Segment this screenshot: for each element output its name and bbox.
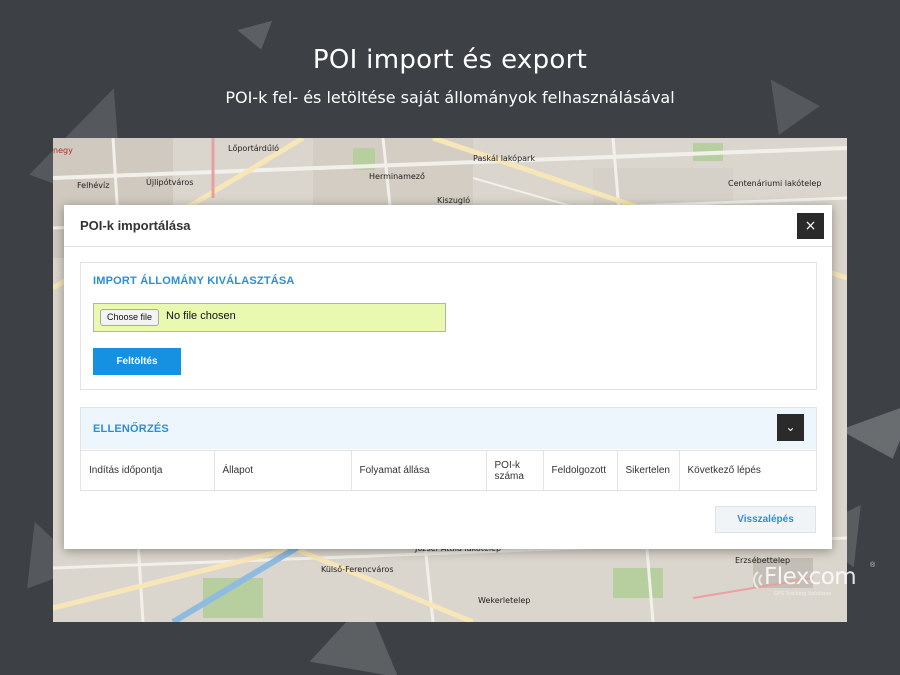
check-panel-header[interactable]: ELLENŐRZÉS ⌄	[81, 408, 816, 449]
check-section-title: ELLENŐRZÉS	[93, 423, 169, 435]
map-label: Felhévíz	[77, 181, 110, 190]
background-triangle	[839, 402, 900, 473]
modal-header: POI-k importálása ×	[64, 205, 832, 247]
registered-mark: ®	[870, 562, 876, 569]
column-header[interactable]: Következő lépés	[679, 450, 816, 491]
close-icon: ×	[804, 218, 817, 234]
page-title: POI import és export	[312, 45, 588, 75]
import-section-title: IMPORT ÁLLOMÁNY KIVÁLASZTÁSA	[93, 275, 295, 287]
check-panel: ELLENŐRZÉS ⌄ Indítás időpontja Állapot F…	[80, 407, 817, 491]
modal-title: POI-k importálása	[80, 218, 191, 233]
file-input[interactable]: Choose file No file chosen	[93, 303, 446, 332]
choose-file-button[interactable]: Choose file	[100, 309, 160, 326]
close-button[interactable]: ×	[797, 213, 824, 239]
brand-name: Flexcom	[764, 564, 857, 590]
import-status-table: Indítás időpontja Állapot Folyamat állás…	[81, 450, 816, 491]
map-label: Újlipótváros	[146, 178, 194, 187]
map-label: Centenáriumi lakótelep	[728, 179, 822, 188]
map-label: Lőportárdűló	[228, 144, 280, 153]
column-header[interactable]: Folyamat állása	[351, 450, 487, 491]
column-header[interactable]: Indítás időpontja	[81, 450, 215, 491]
column-header[interactable]: Feldolgozott	[543, 450, 618, 491]
column-header[interactable]: Sikertelen	[617, 450, 680, 491]
brand-tagline: GPS Tracking Solutions	[774, 591, 832, 597]
back-button[interactable]: Visszalépés	[715, 506, 816, 533]
collapse-toggle-button[interactable]: ⌄	[777, 414, 804, 441]
signal-waves-icon	[753, 571, 763, 589]
map-label: Külső-Ferencváros	[321, 565, 394, 574]
chevron-down-icon: ⌄	[785, 420, 796, 434]
upload-button[interactable]: Feltöltés	[93, 348, 181, 375]
file-status-text: No file chosen	[166, 310, 236, 322]
page-subtitle: POI-k fel- és letöltése saját állományok…	[225, 88, 675, 107]
table-header-row: Indítás időpontja Állapot Folyamat állás…	[81, 450, 816, 491]
column-header[interactable]: POI-k száma	[486, 450, 544, 491]
map-label: Herminamező	[369, 172, 425, 181]
poi-import-modal: POI-k importálása × IMPORT ÁLLOMÁNY KIVÁ…	[64, 205, 832, 549]
map-label: negy	[53, 146, 73, 155]
map-label: Paskál lakópark	[473, 154, 535, 163]
map-label: Wekerletelep	[478, 596, 531, 605]
brand-logo: Flexcom ® GPS Tracking Solutions	[744, 560, 884, 600]
column-header[interactable]: Állapot	[214, 450, 352, 491]
map-label: Kiszugló	[437, 196, 471, 205]
import-file-panel: IMPORT ÁLLOMÁNY KIVÁLASZTÁSA Choose file…	[80, 262, 817, 390]
